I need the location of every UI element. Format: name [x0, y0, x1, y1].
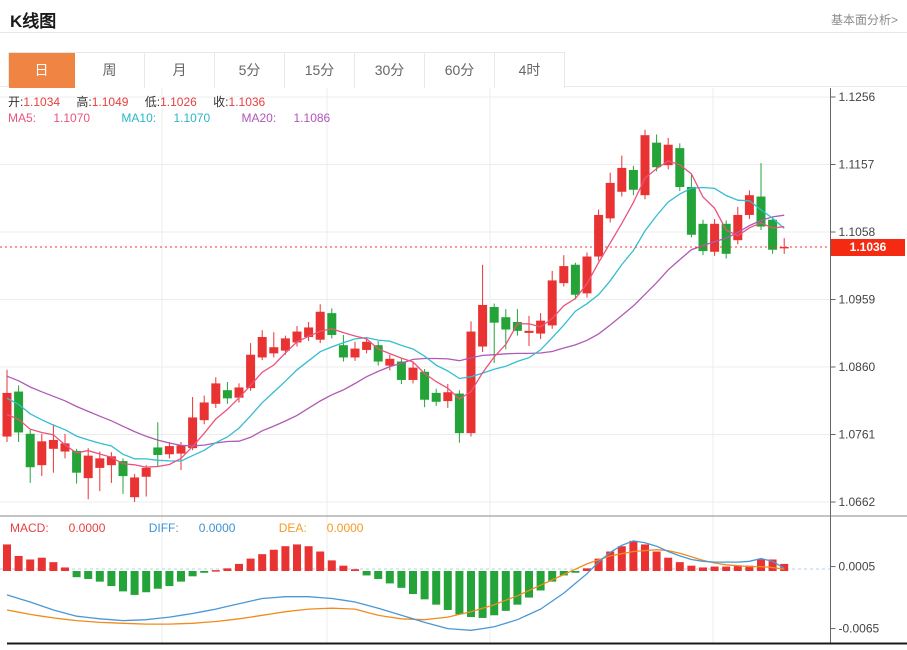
ma10-legend: MA10: 1.1070: [121, 111, 224, 125]
ma20-legend: MA20: 1.1086: [241, 111, 344, 125]
svg-text:1.1157: 1.1157: [839, 158, 875, 172]
tab-week[interactable]: 周: [75, 53, 145, 88]
right-axis: 1.1256 1.1157 1.1058 1.0959 1.0860 1.0761 1.06…: [831, 88, 880, 644]
kline-page: K线图 基本面分析> 日 周 月 5分 15分 30分 60分 4时 1.125…: [0, 0, 907, 650]
macd-value-legend: MACD:0.0000: [10, 521, 125, 535]
tab-5min[interactable]: 5分: [215, 53, 285, 88]
high-label: 高:: [76, 95, 91, 109]
tab-4hour[interactable]: 4时: [495, 53, 565, 88]
low-value: 1.1026: [160, 95, 197, 109]
open-value: 1.1034: [23, 95, 60, 109]
tab-month[interactable]: 月: [145, 53, 215, 88]
tab-15min[interactable]: 15分: [285, 53, 355, 88]
ma10-line: [7, 188, 784, 462]
tab-60min[interactable]: 60分: [425, 53, 495, 88]
high-value: 1.1049: [92, 95, 129, 109]
chart-canvas[interactable]: 1.1256 1.1157 1.1058 1.0959 1.0860 1.0761 1.06…: [0, 88, 907, 650]
diff-value-legend: DIFF:0.0000: [149, 521, 256, 535]
close-value: 1.1036: [229, 95, 266, 109]
low-label: 低:: [145, 95, 160, 109]
svg-text:1.1058: 1.1058: [839, 225, 876, 239]
ohlc-legend: 开:1.1034 高:1.1049 低:1.1026 收:1.1036: [8, 93, 278, 110]
ma20-line: [7, 215, 784, 446]
ma5-line: [7, 161, 784, 467]
svg-text:-0.0065: -0.0065: [839, 622, 880, 636]
svg-text:1.0959: 1.0959: [839, 293, 876, 307]
tab-day[interactable]: 日: [9, 53, 75, 88]
ma-legend: MA5: 1.1070 MA10: 1.1070 MA20: 1.1086: [8, 111, 358, 125]
grid-lines: [0, 88, 830, 643]
current-price-tag: 1.1036: [831, 239, 905, 256]
tab-30min[interactable]: 30分: [355, 53, 425, 88]
interval-tabstrip: 日 周 月 5分 15分 30分 60分 4时: [8, 52, 565, 87]
candlestick-series: [3, 130, 789, 502]
open-label: 开:: [8, 95, 23, 109]
svg-text:1.0662: 1.0662: [839, 495, 876, 509]
page-title: K线图: [10, 7, 56, 32]
page-header: K线图 基本面分析>: [0, 0, 907, 33]
macd-legend: MACD:0.0000 DIFF:0.0000 DEA:0.0000: [10, 521, 403, 535]
close-label: 收:: [213, 95, 228, 109]
svg-text:0.0005: 0.0005: [839, 560, 876, 574]
fundamental-analysis-link[interactable]: 基本面分析>: [831, 11, 898, 28]
dea-value-legend: DEA:0.0000: [279, 521, 384, 535]
ma5-legend: MA5: 1.1070: [8, 111, 104, 125]
svg-text:1.0761: 1.0761: [839, 428, 876, 442]
svg-text:1.1256: 1.1256: [839, 90, 876, 104]
kline-chart-region[interactable]: 1.1256 1.1157 1.1058 1.0959 1.0860 1.0761 1.06…: [0, 88, 907, 650]
svg-text:1.0860: 1.0860: [839, 360, 876, 374]
interval-tabbar: 日 周 月 5分 15分 30分 60分 4时: [0, 52, 907, 87]
